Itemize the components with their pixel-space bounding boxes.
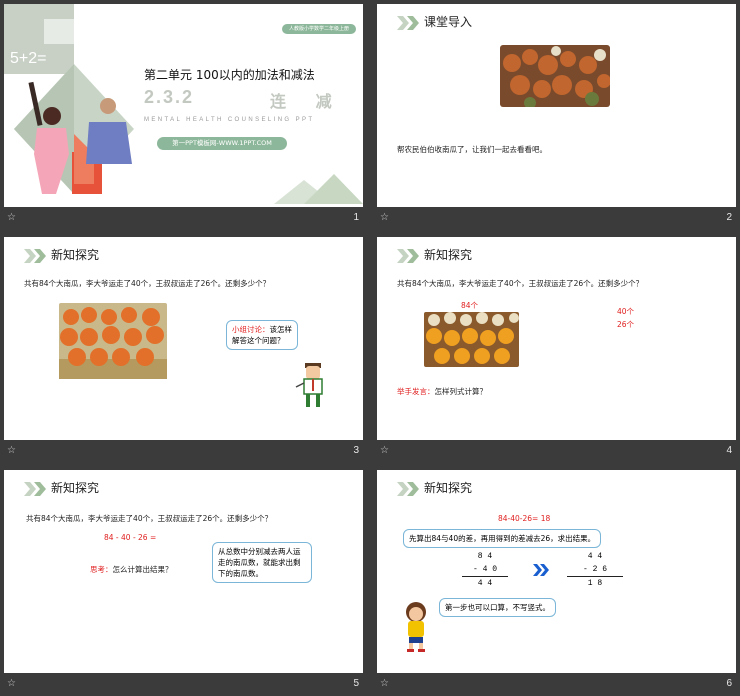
star-icon: ☆ xyxy=(380,445,389,456)
slide-3-footer: ☆ 3 xyxy=(4,440,363,463)
calc1-result: 4 4 xyxy=(462,576,508,590)
method-box: 先算出84与40的差，再用得到的差减去26，求出结果。 xyxy=(403,529,602,548)
star-icon: ☆ xyxy=(380,678,389,689)
slide-4-title: 新知探究 xyxy=(424,248,473,262)
discussion-bubble: 小组讨论：该怎样解答这个问题？ xyxy=(226,320,298,350)
chevron-double-icon xyxy=(397,249,419,263)
slide-6-footer: ☆ 6 xyxy=(377,673,736,696)
slide-thumbnail-2[interactable]: 课堂导入 帮农民伯伯收南瓜了，让我们一起去看看吧。 ☆ 2 xyxy=(377,4,736,230)
slide-number: 2 xyxy=(726,212,732,223)
chevron-double-icon xyxy=(24,249,46,263)
pumpkin-pile-photo xyxy=(500,45,610,107)
total-label: 84个 xyxy=(461,301,479,310)
slide-6-title: 新知探究 xyxy=(424,481,473,495)
chevron-double-icon xyxy=(397,16,419,30)
think-label: 思考： xyxy=(90,565,113,574)
intro-text: 帮农民伯伯收南瓜了，让我们一起去看看吧。 xyxy=(397,145,547,154)
slide-6-canvas: 新知探究 84-40-26= 18 先算出84与40的差，再用得到的差减去26，… xyxy=(377,470,736,673)
slide-number: 1 xyxy=(353,212,359,223)
slide-thumbnail-4[interactable]: 新知探究 共有84个大南瓜，李大爷运走了40个，王叔叔运走了26个。还剩多少个？… xyxy=(377,237,736,463)
slide-2-title: 课堂导入 xyxy=(424,15,473,29)
problem-text: 共有84个大南瓜，李大爷运走了40个，王叔叔运走了26个。还剩多少个？ xyxy=(24,279,271,288)
slide-2-canvas: 课堂导入 帮农民伯伯收南瓜了，让我们一起去看看吧。 xyxy=(377,4,736,207)
slide-number: 3 xyxy=(353,445,359,456)
formula-text: 5+2= xyxy=(10,50,47,67)
textbook-badge: 人教版小学数学二年级上册 xyxy=(282,24,356,34)
raise-hand-text: 怎样列式计算？ xyxy=(434,387,488,396)
slide-number: 4 xyxy=(726,445,732,456)
problem-text: 共有84个大南瓜，李大爷运走了40个，王叔叔运走了26个。还剩多少个？ xyxy=(397,279,644,288)
slide-4-canvas: 新知探究 共有84个大南瓜，李大爷运走了40个，王叔叔运走了26个。还剩多少个？… xyxy=(377,237,736,440)
pumpkin-crate-photo xyxy=(424,312,519,367)
slide-thumbnail-3[interactable]: 新知探究 共有84个大南瓜，李大爷运走了40个，王叔叔运走了26个。还剩多少个？… xyxy=(4,237,363,463)
slide-5-footer: ☆ 5 xyxy=(4,673,363,696)
vertical-calc-1: 8 4 - 4 0 4 4 xyxy=(462,550,508,590)
slide-4-footer: ☆ 4 xyxy=(377,440,736,463)
teacher-pointing-icon xyxy=(295,363,323,407)
slide-1-canvas: 5+2= 人教版小学数学二年级上册 第二单元 100以内的加法和减法 2.3.2… xyxy=(4,4,363,207)
slide-5-canvas: 新知探究 共有84个大南瓜，李大爷运走了40个，王叔叔运走了26个。还剩多少个？… xyxy=(4,470,363,673)
star-icon: ☆ xyxy=(7,678,16,689)
vertical-calc-2: 4 4 - 2 6 1 8 xyxy=(567,550,623,590)
chevron-double-icon xyxy=(397,482,419,496)
double-arrow-icon xyxy=(533,564,549,576)
problem-text: 共有84个大南瓜，李大爷运走了40个，王叔叔运走了26个。还剩多少个？ xyxy=(26,514,273,523)
calc2-subtrahend: - 2 6 xyxy=(582,565,607,574)
label-40: 40个 xyxy=(617,307,635,316)
label-26: 26个 xyxy=(617,320,635,329)
template-site-pill: 第一PPT模板网-WWW.1PPT.COM xyxy=(157,137,287,150)
child-character-icon xyxy=(406,602,426,652)
think-prompt: 思考：怎么计算出结果？ xyxy=(90,564,173,575)
slide-thumbnail-5[interactable]: 新知探究 共有84个大南瓜，李大爷运走了40个，王叔叔运走了26个。还剩多少个？… xyxy=(4,470,363,696)
raise-hand-label: 举手发言： xyxy=(397,387,435,396)
slide-5-title: 新知探究 xyxy=(51,481,100,495)
raise-hand-prompt: 举手发言：怎样列式计算？ xyxy=(397,386,487,397)
star-icon: ☆ xyxy=(380,212,389,223)
equation-text: 84 - 40 - 26 = xyxy=(104,533,157,542)
tip-box: 第一步也可以口算，不写竖式。 xyxy=(439,598,556,617)
slide-3-canvas: 新知探究 共有84个大南瓜，李大爷运走了40个，王叔叔运走了26个。还剩多少个？… xyxy=(4,237,363,440)
star-icon: ☆ xyxy=(7,445,16,456)
calc1-minuend: 8 4 xyxy=(477,552,493,561)
star-icon: ☆ xyxy=(7,212,16,223)
discussion-label: 小组讨论： xyxy=(232,325,270,334)
calc2-minuend: 4 4 xyxy=(587,552,603,561)
slide-1-footer: ☆ 1 xyxy=(4,207,363,230)
slide-thumbnail-6[interactable]: 新知探究 84-40-26= 18 先算出84与40的差，再用得到的差减去26，… xyxy=(377,470,736,696)
slide-1-title: 第二单元 100以内的加法和减法 xyxy=(144,68,315,82)
calc2-result: 1 8 xyxy=(567,576,623,590)
slide-number: 5 xyxy=(353,678,359,689)
explanation-bubble: 从总数中分别减去两人运走的南瓜数，就能求出剩下的南瓜数。 xyxy=(212,542,312,583)
slide-3-title: 新知探究 xyxy=(51,248,100,262)
slide-number: 6 xyxy=(726,678,732,689)
slide-2-footer: ☆ 2 xyxy=(377,207,736,230)
lesson-number: 2.3.2 xyxy=(144,87,195,107)
chevron-double-icon xyxy=(24,482,46,496)
calc1-subtrahend: - 4 0 xyxy=(472,565,497,574)
pumpkin-field-photo xyxy=(59,303,167,379)
english-subtitle: MENTAL HEALTH COUNSELING PPT xyxy=(144,117,315,123)
think-text: 怎么计算出结果？ xyxy=(112,565,173,574)
slide-thumbnail-1[interactable]: 5+2= 人教版小学数学二年级上册 第二单元 100以内的加法和减法 2.3.2… xyxy=(4,4,363,230)
lesson-name: 连 减 xyxy=(270,92,344,111)
equation-result: 84-40-26= 18 xyxy=(498,514,551,523)
